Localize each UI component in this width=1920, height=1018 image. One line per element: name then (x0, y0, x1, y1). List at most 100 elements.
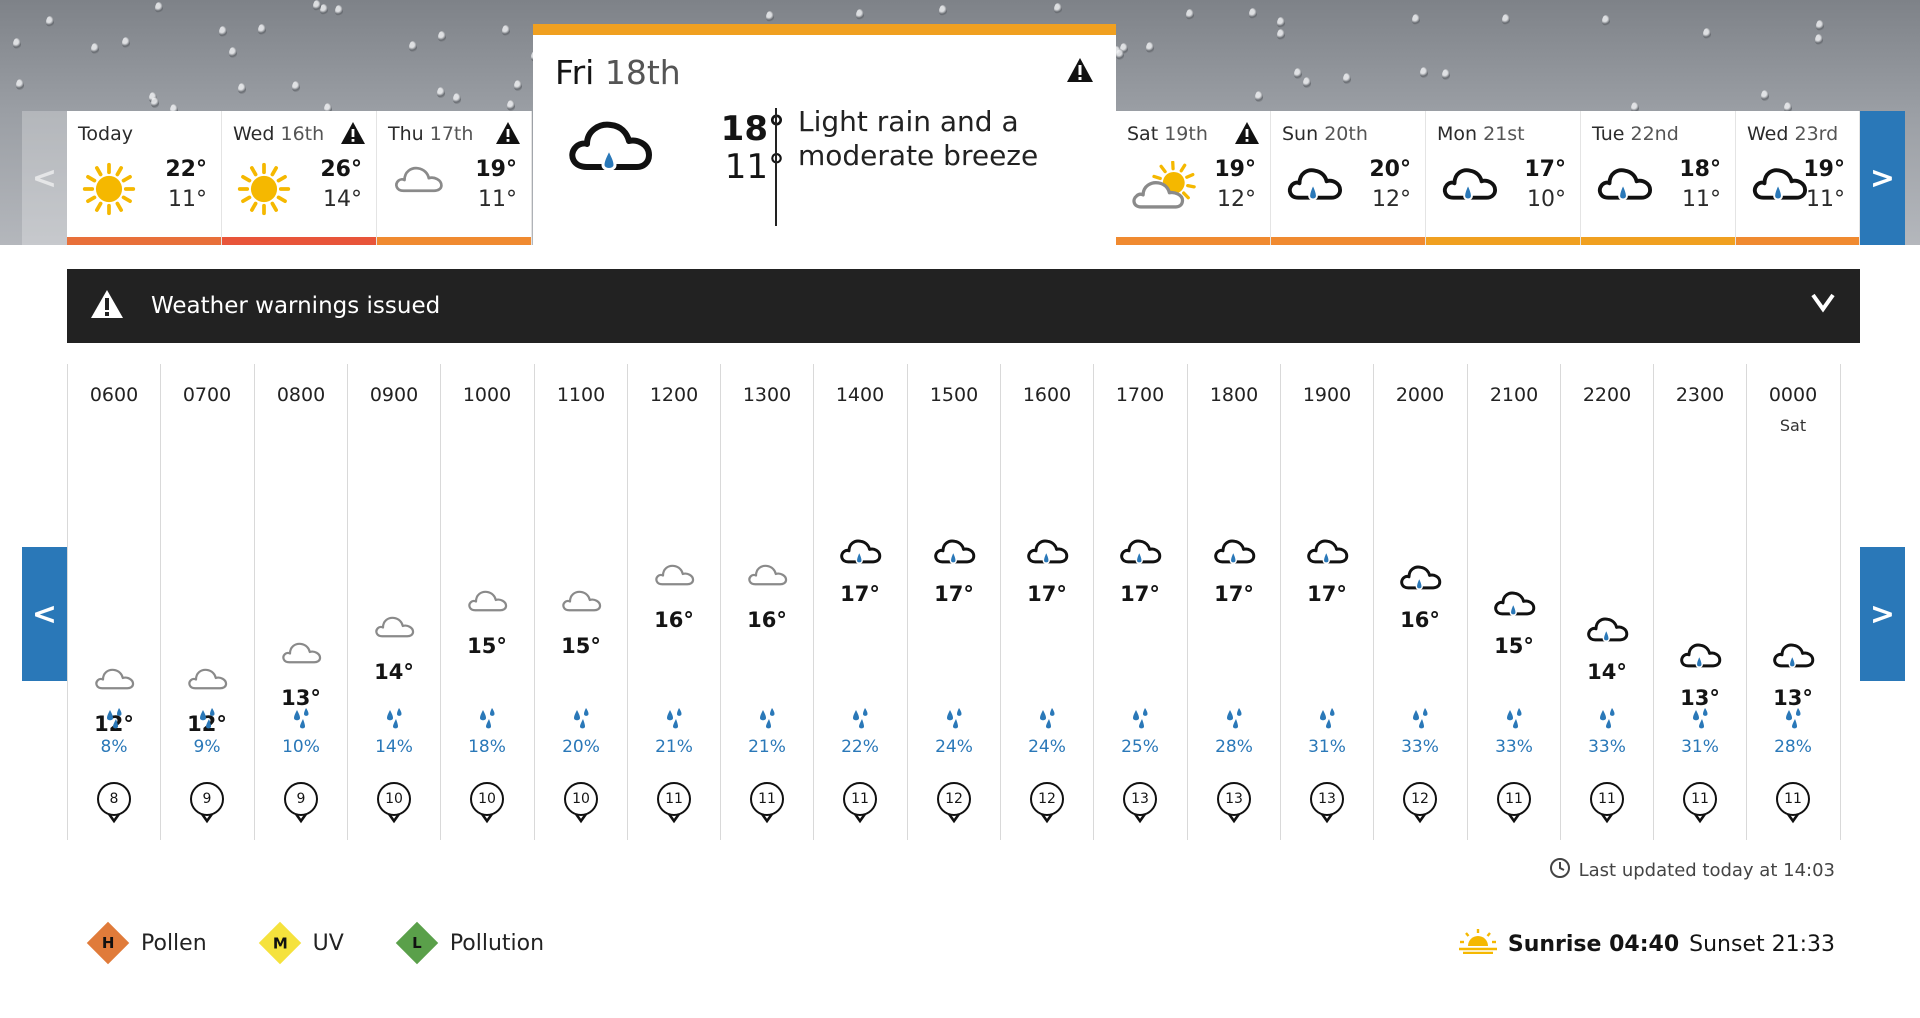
warning-icon[interactable] (495, 121, 521, 149)
hour-rain-chance: 28% (1215, 737, 1253, 757)
clock-icon (1549, 857, 1571, 884)
hour-column[interactable]: 0600 12° 8% 8 (67, 364, 160, 840)
hour-column[interactable]: 1400 17° 22% 11 (813, 364, 906, 840)
wind-direction-icon (200, 813, 214, 824)
wind-speed: 11 (1654, 782, 1746, 824)
hour-column[interactable]: 2100 15° 33% 11 (1467, 364, 1560, 840)
raindrop-decoration (151, 97, 159, 108)
hour-time: 1400 (835, 384, 885, 406)
hourly-prev-button[interactable]: < (22, 547, 67, 681)
day-tab-name: Mon 21st (1437, 123, 1525, 145)
hour-column[interactable]: 1800 17° 28% 13 (1187, 364, 1280, 840)
raindrop-decoration (1303, 77, 1311, 88)
hour-column[interactable]: 0900 14° 14% 10 (347, 364, 440, 840)
wind-speed-value: 11 (843, 782, 877, 816)
selected-day-panel[interactable]: Fri 18th 18° 11° Light rain and a modera… (533, 24, 1116, 245)
warning-icon[interactable] (1234, 121, 1260, 149)
wind-speed: 11 (814, 782, 906, 824)
hour-column[interactable]: 0800 13° 10% 9 (254, 364, 347, 840)
wind-speed-value: 11 (1590, 782, 1624, 816)
raindrops-icon (161, 707, 253, 729)
raindrops-icon (68, 707, 160, 729)
cloud-icon (628, 560, 720, 587)
hour-time: 1500 (929, 384, 979, 406)
warning-icon (89, 288, 125, 324)
raindrop-decoration (313, 0, 321, 11)
chevron-left-icon: < (31, 596, 58, 632)
raindrop-decoration (335, 5, 343, 16)
day-next-button[interactable]: > (1860, 111, 1905, 245)
hour-column[interactable]: 1500 17° 24% 12 (907, 364, 1000, 840)
hour-column[interactable]: 2300 13° 31% 11 (1653, 364, 1746, 840)
wind-direction-icon (667, 813, 681, 824)
environment-legend: H Pollen M UV L Pollution (86, 921, 602, 965)
hour-column[interactable]: 2000 16° 33% 12 (1373, 364, 1466, 840)
raindrop-decoration (1116, 49, 1124, 60)
day-tab-name: Tue 22nd (1592, 123, 1679, 145)
raindrop-decoration (46, 16, 54, 27)
hour-column[interactable]: 2200 14° 33% 11 (1560, 364, 1653, 840)
raindrop-decoration (1815, 34, 1823, 45)
hour-rain-chance: 31% (1308, 737, 1346, 757)
hour-column[interactable]: 1200 16° 21% 11 (627, 364, 720, 840)
raindrop-decoration (1186, 9, 1194, 20)
hour-column[interactable]: 1300 16° 21% 11 (720, 364, 813, 840)
wind-direction-icon (294, 813, 308, 824)
sunrise-sunset: Sunrise 04:40 Sunset 21:33 (1458, 928, 1835, 960)
light-rain-icon (1374, 560, 1466, 595)
wind-speed-value: 13 (1217, 782, 1251, 816)
day-prev-button[interactable]: < (22, 111, 67, 245)
hour-column[interactable]: 1100 15° 20% 10 (534, 364, 627, 840)
light-rain-icon (1440, 161, 1498, 211)
hour-column[interactable]: 1700 17° 25% 13 (1093, 364, 1186, 840)
light-rain-icon (1188, 534, 1280, 569)
hour-rain-chance: 10% (282, 737, 320, 757)
raindrop-decoration (292, 81, 300, 92)
hour-rain-chance: 24% (1028, 737, 1066, 757)
day-tab[interactable]: Thu 17th 19° 11° (377, 111, 532, 245)
sun-icon (81, 161, 137, 221)
day-tab[interactable]: Sat 19th 19° 12° (1116, 111, 1271, 245)
temperature-bar (1736, 237, 1859, 245)
wind-direction-icon (1227, 813, 1241, 824)
wind-direction-icon (1786, 813, 1800, 824)
warning-icon[interactable] (340, 121, 366, 149)
warning-icon[interactable] (1066, 57, 1094, 87)
wind-direction-icon (480, 813, 494, 824)
wind-speed-value: 9 (284, 782, 318, 816)
chevron-right-icon: > (1869, 596, 1896, 632)
day-tab[interactable]: Tue 22nd 18° 11° (1581, 111, 1736, 245)
hour-column[interactable]: 1900 17° 31% 13 (1280, 364, 1373, 840)
light-rain-icon (814, 534, 906, 569)
sunny-intervals-icon (1130, 160, 1200, 218)
light-rain-icon (1750, 161, 1808, 211)
wind-direction-icon (1600, 813, 1614, 824)
hour-temperature: 14° (1587, 660, 1627, 684)
wind-direction-icon (1320, 813, 1334, 824)
day-tab[interactable]: Wed 16th 26° 14° (222, 111, 377, 245)
hour-time: 2300 (1675, 384, 1725, 406)
day-tab[interactable]: Wed 23rd 19° 11° (1736, 111, 1860, 245)
hour-column[interactable]: 1000 15° 18% 10 (440, 364, 533, 840)
legend-pollution[interactable]: L Pollution (395, 921, 544, 965)
legend-uv[interactable]: M UV (258, 921, 344, 965)
weather-warnings-toggle[interactable]: Weather warnings issued (67, 269, 1860, 343)
raindrop-decoration (453, 93, 461, 104)
hour-column[interactable]: 0700 12° 9% 9 (160, 364, 253, 840)
day-tab[interactable]: Mon 21st 17° 10° (1426, 111, 1581, 245)
day-tab[interactable]: Sun 20th 20° 12° (1271, 111, 1426, 245)
raindrop-decoration (13, 38, 21, 49)
hour-column[interactable]: 0000 Sat 13° 28% 11 (1746, 364, 1839, 840)
raindrops-icon (1188, 707, 1280, 729)
hour-temperature: 15° (1494, 634, 1534, 658)
light-rain-icon (1561, 612, 1653, 647)
hour-time: 0800 (276, 384, 326, 406)
raindrop-decoration (1277, 29, 1285, 40)
day-tab-temps: 19° 12° (1214, 157, 1256, 212)
legend-pollen[interactable]: H Pollen (86, 921, 207, 965)
wind-speed-value: 11 (657, 782, 691, 816)
hour-column[interactable]: 1600 17° 24% 12 (1000, 364, 1093, 840)
wind-speed-value: 10 (564, 782, 598, 816)
hourly-next-button[interactable]: > (1860, 547, 1905, 681)
day-tab[interactable]: Today 22° 11° (67, 111, 222, 245)
